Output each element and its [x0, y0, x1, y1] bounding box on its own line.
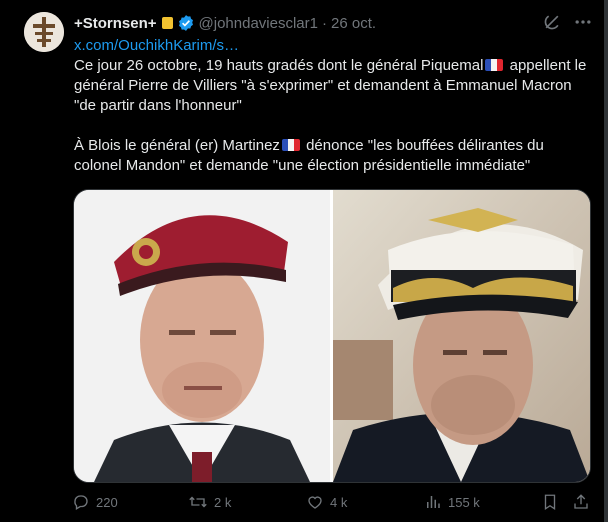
paragraph-2-start: À Blois le général (er) Martinez [74, 137, 280, 154]
like-count: 4 k [330, 494, 348, 510]
author-name[interactable]: +Stornsen+ [74, 15, 157, 32]
right-border [604, 0, 608, 522]
media-image[interactable] [73, 189, 591, 483]
bookmark-button[interactable] [541, 492, 559, 512]
tweet-date[interactable]: 26 oct. [331, 15, 376, 32]
reply-icon [74, 495, 88, 510]
repost-count: 2 k [214, 494, 232, 510]
action-bar: 220 2 k 4 k 155 k [0, 492, 608, 516]
more-icon[interactable] [573, 14, 593, 35]
affiliate-badge-icon [161, 17, 173, 29]
share-button[interactable] [572, 492, 590, 512]
views-icon [427, 496, 440, 508]
paragraph-1-start: Ce jour 26 octobre, 19 hauts gradés dont… [74, 57, 484, 74]
verified-icon[interactable] [177, 14, 195, 32]
separator-dot: · [322, 14, 327, 32]
photo-general-kepi[interactable] [333, 190, 590, 482]
flag-fr-icon [485, 59, 504, 71]
avatar[interactable] [24, 12, 64, 52]
photo-general-beret[interactable] [74, 190, 330, 482]
like-icon [308, 496, 322, 509]
reply-count: 220 [96, 494, 118, 510]
tweet-text: Ce jour 26 octobre, 19 hauts gradés dont… [74, 56, 594, 176]
grok-icon[interactable] [542, 12, 562, 37]
flag-fr-icon [281, 139, 300, 151]
share-icon [574, 494, 588, 509]
bookmark-icon [544, 494, 556, 511]
tweet-link[interactable]: x.com/OuchikhKarim/s… [74, 37, 239, 54]
tweet-header: +Stornsen+ @johndaviesclar1 · 26 oct. [74, 13, 376, 33]
reply-button[interactable]: 220 [72, 492, 118, 512]
like-button[interactable]: 4 k [306, 492, 347, 512]
paragraph-1: Ce jour 26 octobre, 19 hauts gradés dont… [74, 56, 594, 116]
views-button[interactable]: 155 k [424, 492, 480, 512]
views-count: 155 k [448, 494, 480, 510]
repost-button[interactable]: 2 k [188, 492, 231, 512]
paragraph-2: À Blois le général (er) Martinez dénonce… [74, 136, 594, 176]
author-handle[interactable]: @johndaviesclar1 [199, 15, 318, 32]
repost-icon [189, 496, 207, 508]
